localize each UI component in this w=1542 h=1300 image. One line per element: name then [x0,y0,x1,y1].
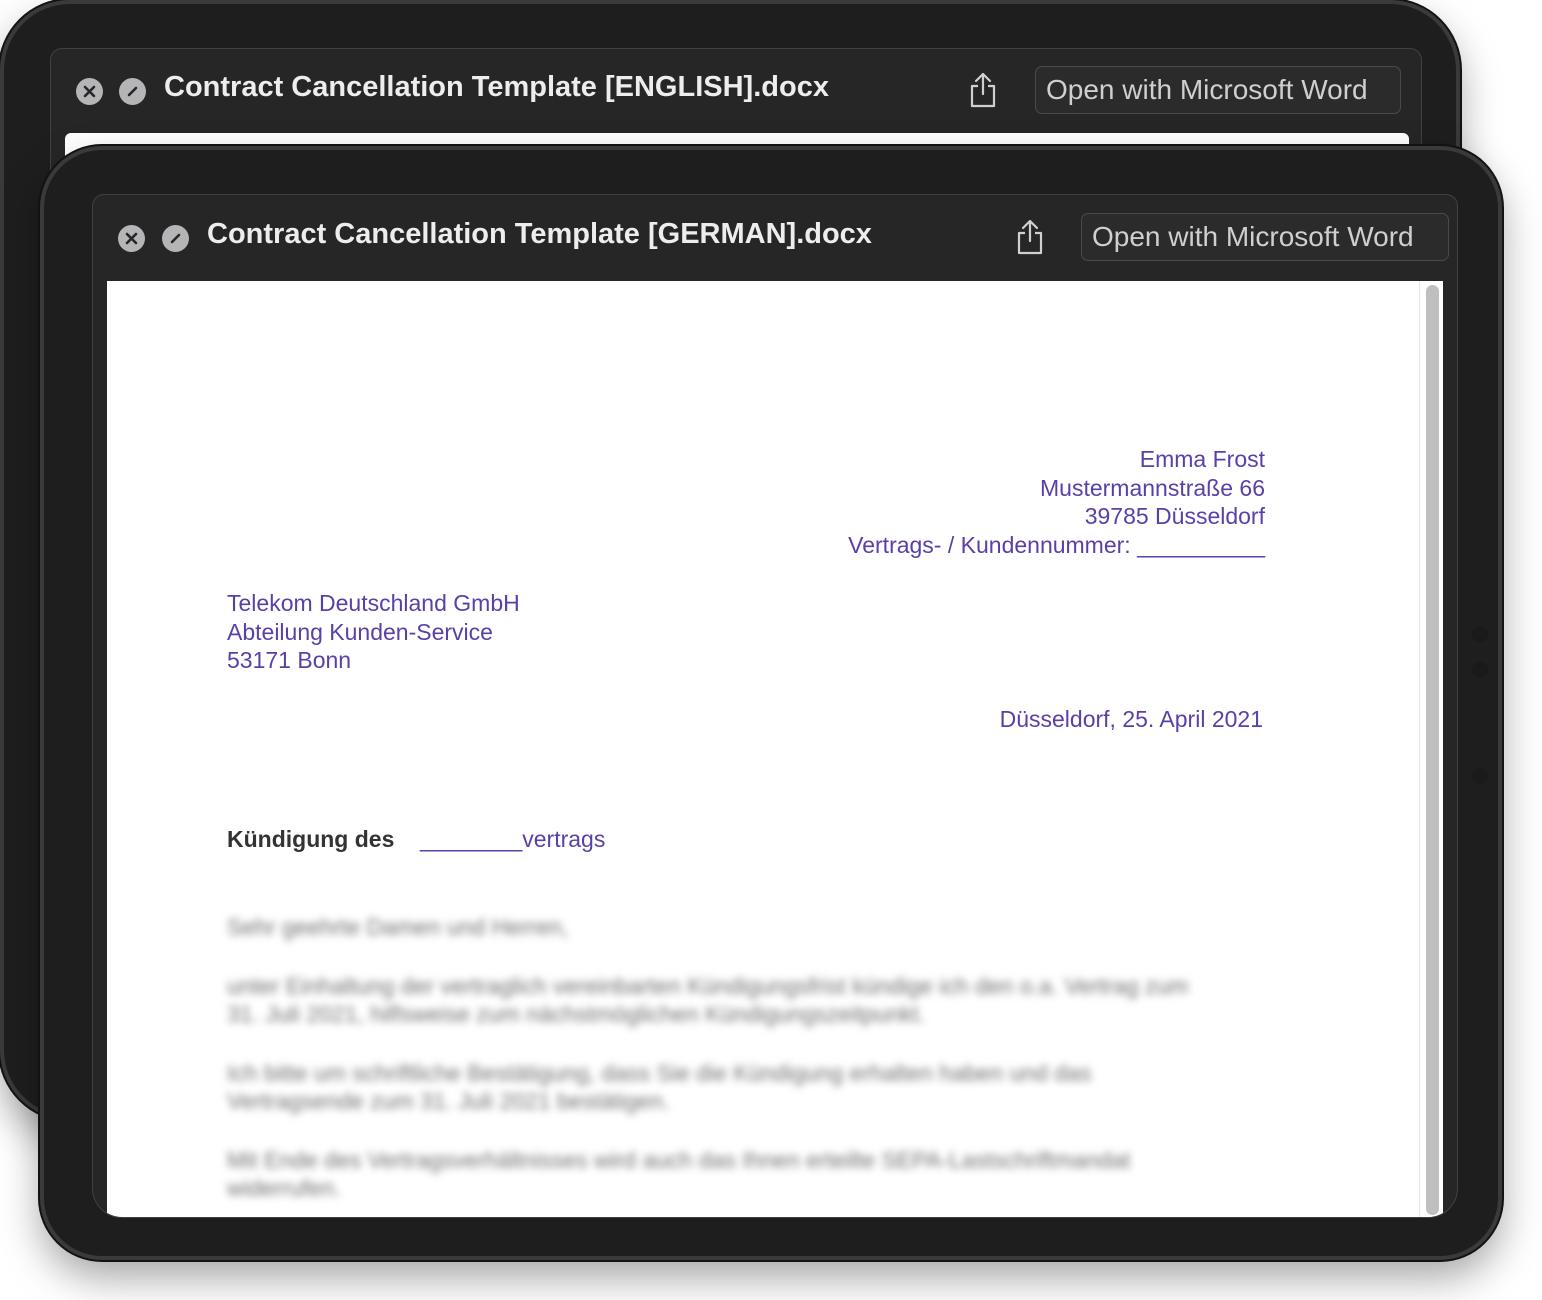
side-button-dot [1472,626,1488,642]
recipient-address-block: Telekom Deutschland GmbH Abteilung Kunde… [227,589,520,675]
close-icon[interactable] [76,78,103,105]
side-button-dot [1472,662,1488,678]
scrollbar-thumb[interactable] [1426,285,1439,1215]
block-icon[interactable] [162,225,189,252]
titlebar: Contract Cancellation Template [GERMAN].… [93,195,1457,281]
open-with-word-button[interactable]: Open with Microsoft Word [1035,66,1401,114]
vertical-scrollbar[interactable] [1419,281,1443,1217]
front-device-frame: Contract Cancellation Template [GERMAN].… [40,146,1502,1260]
subject-line: Kündigung des ________vertrags [227,825,605,854]
subject-value: ________vertrags [419,826,606,852]
letter-paragraph: Mit Ende des Vertragsverhältnisses wird … [227,1146,1131,1202]
window-title: Contract Cancellation Template [ENGLISH]… [164,71,829,103]
close-icon[interactable] [118,225,145,252]
document-page[interactable]: Emma Frost Mustermannstraße 66 39785 Düs… [107,281,1443,1217]
letter-paragraph: Ich bitte um schriftliche Bestätigung, d… [227,1059,1092,1115]
letter-paragraph: unter Einhaltung der vertraglich vereinb… [227,972,1189,1028]
contract-number-line: Vertrags- / Kundennummer: __________ [848,531,1265,558]
titlebar: Contract Cancellation Template [ENGLISH]… [51,49,1421,135]
letter-paragraph: Sehr geehrte Damen und Herren, [227,914,569,940]
letter-body-blurred: Sehr geehrte Damen und Herren, unter Ein… [227,913,1207,1217]
share-icon[interactable] [968,71,998,109]
recipient-company: Telekom Deutschland GmbH [227,590,520,616]
open-with-word-button[interactable]: Open with Microsoft Word [1081,213,1449,261]
sender-street: Mustermannstraße 66 [1040,474,1265,501]
date-line: Düsseldorf, 25. April 2021 [999,706,1263,732]
sender-name: Emma Frost [1139,446,1265,472]
sender-city: 39785 Düsseldorf [1084,503,1265,529]
share-icon[interactable] [1015,218,1045,256]
recipient-city: 53171 Bonn [227,647,352,673]
recipient-department: Abteilung Kunden-Service [227,618,493,645]
window-title: Contract Cancellation Template [GERMAN].… [207,218,872,250]
quicklook-window-german[interactable]: Contract Cancellation Template [GERMAN].… [92,194,1458,1218]
subject-label: Kündigung des [227,826,395,852]
sender-address-block: Emma Frost Mustermannstraße 66 39785 Düs… [848,445,1265,559]
side-button-dot [1472,768,1488,784]
block-icon[interactable] [119,78,146,105]
